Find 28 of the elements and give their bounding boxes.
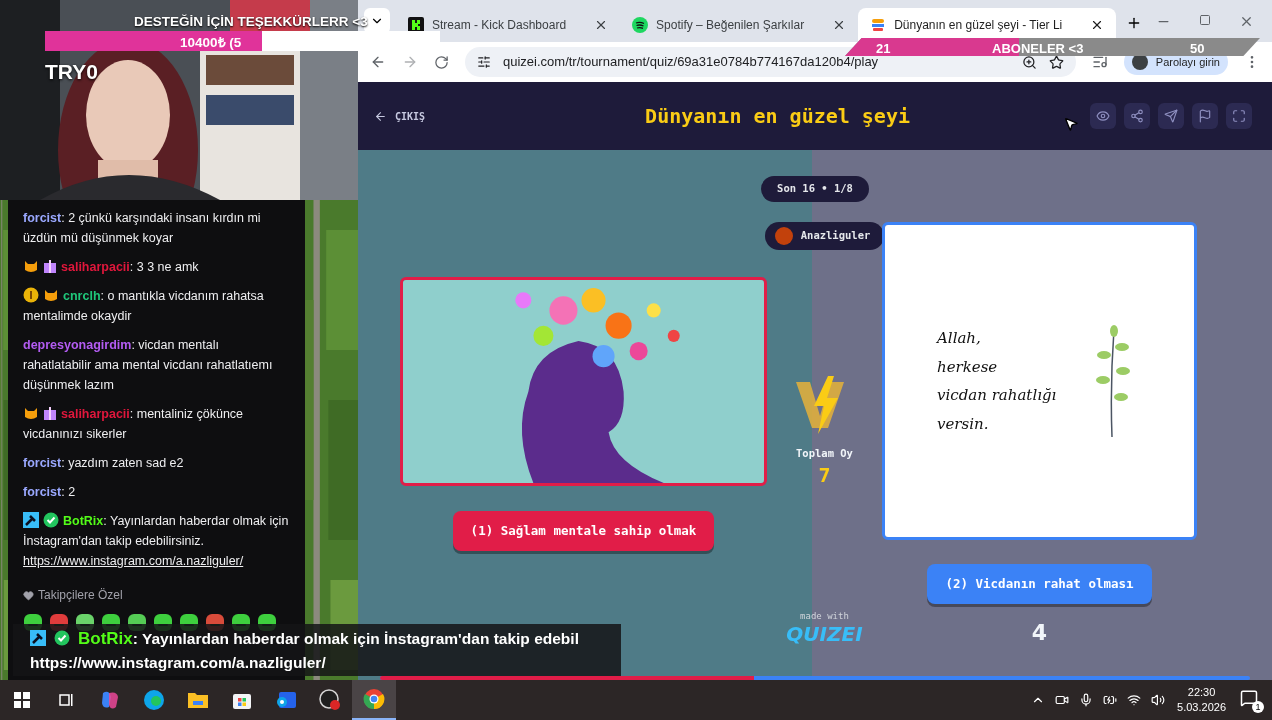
option-vote-count: 4 xyxy=(1031,619,1048,647)
quiz-title: Dünyanın en güzel şeyi xyxy=(645,103,910,130)
note-line: herkese xyxy=(937,356,999,378)
note-line: versin. xyxy=(937,413,990,435)
alert-message: BotRix: Yayınlardan haberdar olmak için İnstagram'dan takip edebil xyxy=(78,627,579,650)
clock-date: 5.03.2026 xyxy=(1177,700,1226,715)
tab-title: Spotify – Beğenilen Şarkılar xyxy=(656,17,805,34)
note-line: vicdan rahatlığı xyxy=(937,385,1057,406)
quizei-logo: QUIZEI xyxy=(786,623,863,646)
total-votes-count: 7 xyxy=(818,461,831,488)
chat-message: cnrclh: o mantıkla vicdanım rahatsa mentalimde okaydir xyxy=(23,286,265,325)
tab-title: Stream - Kick Dashboard xyxy=(432,17,567,34)
chat-message: forcist: yazdım zaten sad e2 xyxy=(23,455,185,472)
chat-message: depresyonagirdim: vicdan mentalı rahatlatabilir ama mental vicdanı rahatlatıemı düşünmek lazım xyxy=(23,337,274,394)
notification-count: 1 xyxy=(1252,701,1264,713)
creator-name: Anazliguler xyxy=(800,228,871,244)
round-pill: Son 16 • 1/8 xyxy=(761,176,869,202)
note-line: Allah, xyxy=(937,328,982,349)
chat-message: saliharpacii: mentaliniz çökünce vicdanınızı sikerler xyxy=(23,404,245,443)
emote-section-label: Takipçilere Özel xyxy=(38,587,123,604)
clock-time: 22:30 xyxy=(1187,685,1216,700)
made-with-text: made with xyxy=(800,609,849,623)
chat-message: forcist: 2 çünkü karşındaki insanı kırdın mi üzdün mü düşünmek koyar xyxy=(23,210,262,247)
chat-message: BotRix: Yayınlardan haberdar olmak için İnstagram'dan takip edebilirsiniz. https://www.instagram.com/a.nazliguler/ xyxy=(23,511,290,570)
chat-message: forcist: 2 xyxy=(23,484,77,501)
tab-title: Dünyanın en güzel şeyi - Tier Li xyxy=(894,17,1063,34)
total-votes-label: Toplam Oy xyxy=(796,446,853,461)
chat-message: saliharpacii: 3 3 ne amk xyxy=(23,257,290,277)
